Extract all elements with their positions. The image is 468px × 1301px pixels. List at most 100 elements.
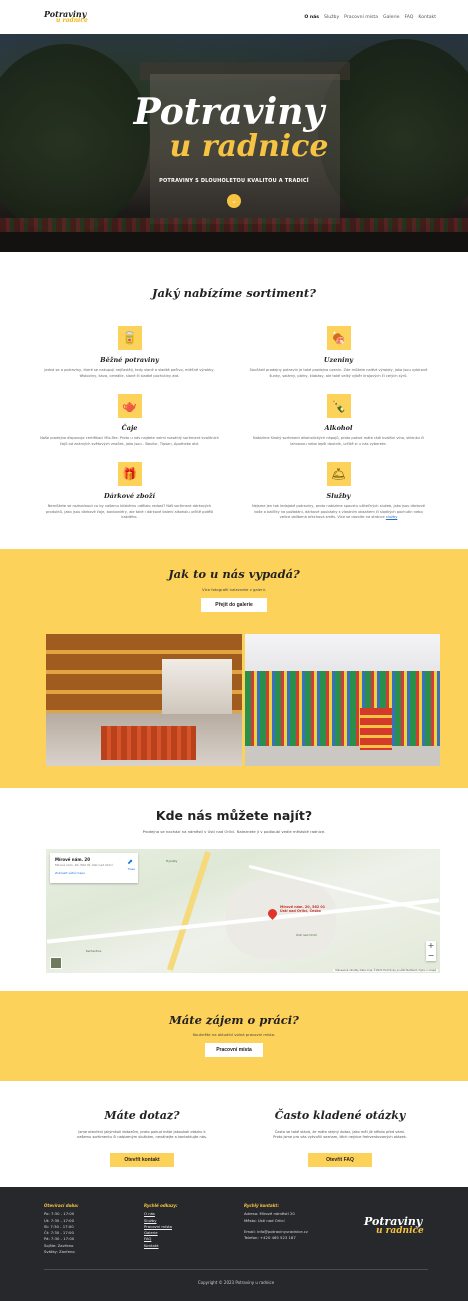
- teapot-icon: 🫖: [117, 394, 142, 419]
- hero-content: Potraviny u radnice POTRAVINY S DLOUHOLE…: [0, 94, 468, 208]
- footer-logo-line-2: u radnice: [376, 1226, 424, 1237]
- hero-title-line-1: Potraviny: [133, 91, 325, 133]
- jobs-section: Máte zájem o práci? Koukněte na aktuální…: [0, 990, 468, 1081]
- gallery-subtitle: Více fotografií naleznete v galerii.: [201, 586, 267, 592]
- location-section: Kde nás můžete najít? Prodejna se nacház…: [0, 788, 468, 991]
- footer-hours-title: Otevírací doba:: [44, 1202, 79, 1208]
- footer-logo[interactable]: Potraviny u radnice: [364, 1216, 424, 1255]
- assortment-item-title: Alkohol: [324, 424, 353, 433]
- gallery-photos: [46, 633, 440, 766]
- photo-aisle: [161, 658, 232, 714]
- assortment-item-title: Dárkové zboží: [103, 492, 156, 501]
- open-contact-button[interactable]: Otevřít kontakt: [110, 1152, 174, 1167]
- assortment-item-gifts: 🎁 Dárkové zboží Nemůžete se rozhodnout c…: [40, 462, 219, 521]
- assortment-item-teas: 🫖 Čaje Naše prodejna disponuje certifika…: [40, 394, 219, 447]
- map-place-label: Kerhartice: [86, 948, 102, 953]
- location-title: Kde nás můžete najít?: [155, 807, 313, 823]
- store-photo-shelves[interactable]: [46, 633, 242, 766]
- footer-quick-links: Rychlé odkazy: O nás Služby Pracovní mís…: [144, 1203, 244, 1255]
- embedded-map[interactable]: Hylváty Ústí nad Orlicí Kerhartice Mírov…: [46, 848, 440, 973]
- assortment-item-groceries: 🥫 Běžné potraviny Jedná se o potraviny, …: [40, 326, 219, 379]
- nav-item-faq[interactable]: FAQ: [405, 15, 414, 20]
- assortment-section: Jaký nabízíme sortiment? 🥫 Běžné potravi…: [0, 252, 468, 549]
- footer-columns: Otevírací doba: Po: 7:30 - 17:00 Út: 7:3…: [44, 1203, 428, 1255]
- zoom-in-button[interactable]: +: [426, 941, 436, 951]
- assortment-item-title: Služby: [326, 492, 351, 501]
- assortment-item-title: Běžné potraviny: [100, 356, 159, 364]
- faq-text: Často se také stává, že máte stejný dota…: [273, 1129, 407, 1140]
- footer-hours: Otevírací doba: Po: 7:30 - 17:00 Út: 7:3…: [44, 1203, 144, 1255]
- location-subtitle: Prodejna se nachází na náměstí v Ústí na…: [142, 828, 326, 834]
- job-openings-button[interactable]: Pracovní místa: [205, 1042, 263, 1057]
- bottles-icon: 🍾: [326, 394, 351, 419]
- hero-title-line-2: u radnice: [169, 129, 329, 164]
- map-info-card: Mírové nám. 20 Mírové nám. 20, 562 01 Ús…: [50, 852, 138, 883]
- assortment-item-title: Čaje: [121, 424, 138, 433]
- services-link[interactable]: služby: [386, 515, 397, 519]
- map-card-title: Mírové nám. 20: [55, 856, 90, 862]
- go-to-gallery-button[interactable]: Přejít do galerie: [201, 597, 267, 612]
- nav-item-pracovni-mista[interactable]: Pracovní místa: [344, 15, 378, 20]
- directions-label[interactable]: Trasa: [128, 867, 135, 871]
- map-attribution: Klávesové zkratky Data map ©2023 Podmínk…: [333, 968, 438, 972]
- footer-link-kontakt[interactable]: Kontakt: [144, 1243, 244, 1249]
- assortment-title: Jaký nabízíme sortiment?: [152, 286, 316, 300]
- chevron-down-icon: ⌄: [231, 197, 237, 205]
- footer-contact-title: Rychlý kontakt:: [244, 1202, 279, 1208]
- map-place-label: Hylváty: [166, 858, 178, 863]
- jobs-subtitle: Koukněte na aktuální volná pracovní míst…: [192, 1031, 276, 1037]
- contact-faq-section: Máte dotaz? Jsme otevřeni jakýmkoli dota…: [0, 1081, 468, 1187]
- footer-links-title: Rychlé odkazy:: [144, 1202, 178, 1208]
- site-logo[interactable]: Potraviny u radnice: [44, 10, 88, 24]
- footer-contact: Rychlý kontakt: Adresa: Mírové náměstí 2…: [244, 1203, 354, 1255]
- nav-item-galerie[interactable]: Galerie: [383, 15, 399, 20]
- hero-subtitle: POTRAVINY S DLOUHOLETOU KVALITOU A TRADI…: [159, 178, 309, 184]
- contact-text: Jsme otevřeni jakýmkoli dotazům, proto p…: [76, 1129, 208, 1140]
- gallery-section: Jak to u nás vypadá? Více fotografií nal…: [0, 548, 468, 788]
- nav-item-o-nas[interactable]: O nás: [304, 15, 319, 20]
- map-layer-thumbnail[interactable]: [50, 956, 62, 969]
- main-menu: O nás Služby Pracovní místa Galerie FAQ …: [304, 15, 436, 20]
- directions-icon[interactable]: ⬈: [127, 858, 133, 866]
- photo-produce-crates: [101, 725, 196, 760]
- map-larger-link[interactable]: Zobrazit větší mapu: [55, 871, 133, 875]
- faq-column: Často kladené otázky Často se také stává…: [270, 1109, 410, 1167]
- services-text: Nejsme jen tak ledajaké potraviny, proto…: [252, 504, 425, 520]
- gift-icon: 🎁: [117, 462, 142, 487]
- copyright: Copyright © 2023 Potraviny u radnice: [197, 1280, 275, 1286]
- assortment-item-text: Nabízíme široký sortiment alkoholických …: [252, 436, 425, 446]
- assortment-item-text: Nemůžete se rozhodnout co by vašemu blíz…: [45, 504, 214, 520]
- assortment-grid: 🥫 Běžné potraviny Jedná se o potraviny, …: [40, 326, 428, 521]
- service-bell-icon: 🛎: [326, 462, 351, 487]
- assortment-item-alcohol: 🍾 Alkohol Nabízíme široký sortiment alko…: [249, 394, 428, 447]
- assortment-item-title: Uzeniny: [323, 356, 354, 364]
- sausage-icon: 🍖: [326, 326, 351, 350]
- map-pin-label: Mírové nám. 20, 562 01 Ústí nad Orlicí, …: [280, 905, 325, 914]
- scroll-down-button[interactable]: ⌄: [227, 194, 241, 208]
- map-pin-label-line-2: Ústí nad Orlicí, Česko: [280, 909, 321, 914]
- assortment-item-services: 🛎 Služby Nejsme jen tak ledajaké potravi…: [249, 462, 428, 521]
- assortment-item-text: Jedná se o potraviny, které se nakupují …: [44, 368, 215, 378]
- zoom-out-button[interactable]: −: [426, 951, 436, 961]
- open-faq-button[interactable]: Otevřít FAQ: [308, 1152, 372, 1167]
- footer-phone[interactable]: Telefon: +420 465 523 187: [244, 1235, 354, 1241]
- store-photo-aisle[interactable]: [244, 633, 440, 766]
- photo-display-stand: [359, 707, 392, 750]
- map-card-address: Mírové nám. 20, 562 01 Ústí nad Orlicí: [55, 862, 113, 867]
- jobs-title: Máte zájem o práci?: [169, 1012, 299, 1027]
- map-place-label: Ústí nad Orlicí: [296, 932, 318, 937]
- nav-item-sluzby[interactable]: Služby: [324, 15, 339, 20]
- assortment-item-text: Naše prodejna disponuje certifikací Mix-…: [40, 436, 219, 446]
- assortment-item-sausages: 🍖 Uzeniny Součástí prodejny potravin je …: [249, 326, 428, 379]
- nav-item-kontakt[interactable]: Kontakt: [418, 15, 436, 20]
- contact-title: Máte dotaz?: [104, 1108, 180, 1122]
- map-zoom-controls: + −: [426, 940, 436, 961]
- contact-column: Máte dotaz? Jsme otevřeni jakýmkoli dota…: [72, 1109, 212, 1167]
- site-footer: Otevírací doba: Po: 7:30 - 17:00 Út: 7:3…: [0, 1186, 468, 1301]
- assortment-item-text: Nejsme jen tak ledajaké potraviny, proto…: [249, 504, 428, 521]
- hours-row: Svátky: Zavřeno: [44, 1248, 75, 1254]
- top-navbar: Potraviny u radnice O nás Služby Pracovn…: [0, 0, 468, 34]
- assortment-item-text: Součástí prodejny potravin je také prode…: [249, 368, 428, 378]
- faq-title: Často kladené otázky: [274, 1108, 406, 1122]
- map-road: [166, 850, 212, 971]
